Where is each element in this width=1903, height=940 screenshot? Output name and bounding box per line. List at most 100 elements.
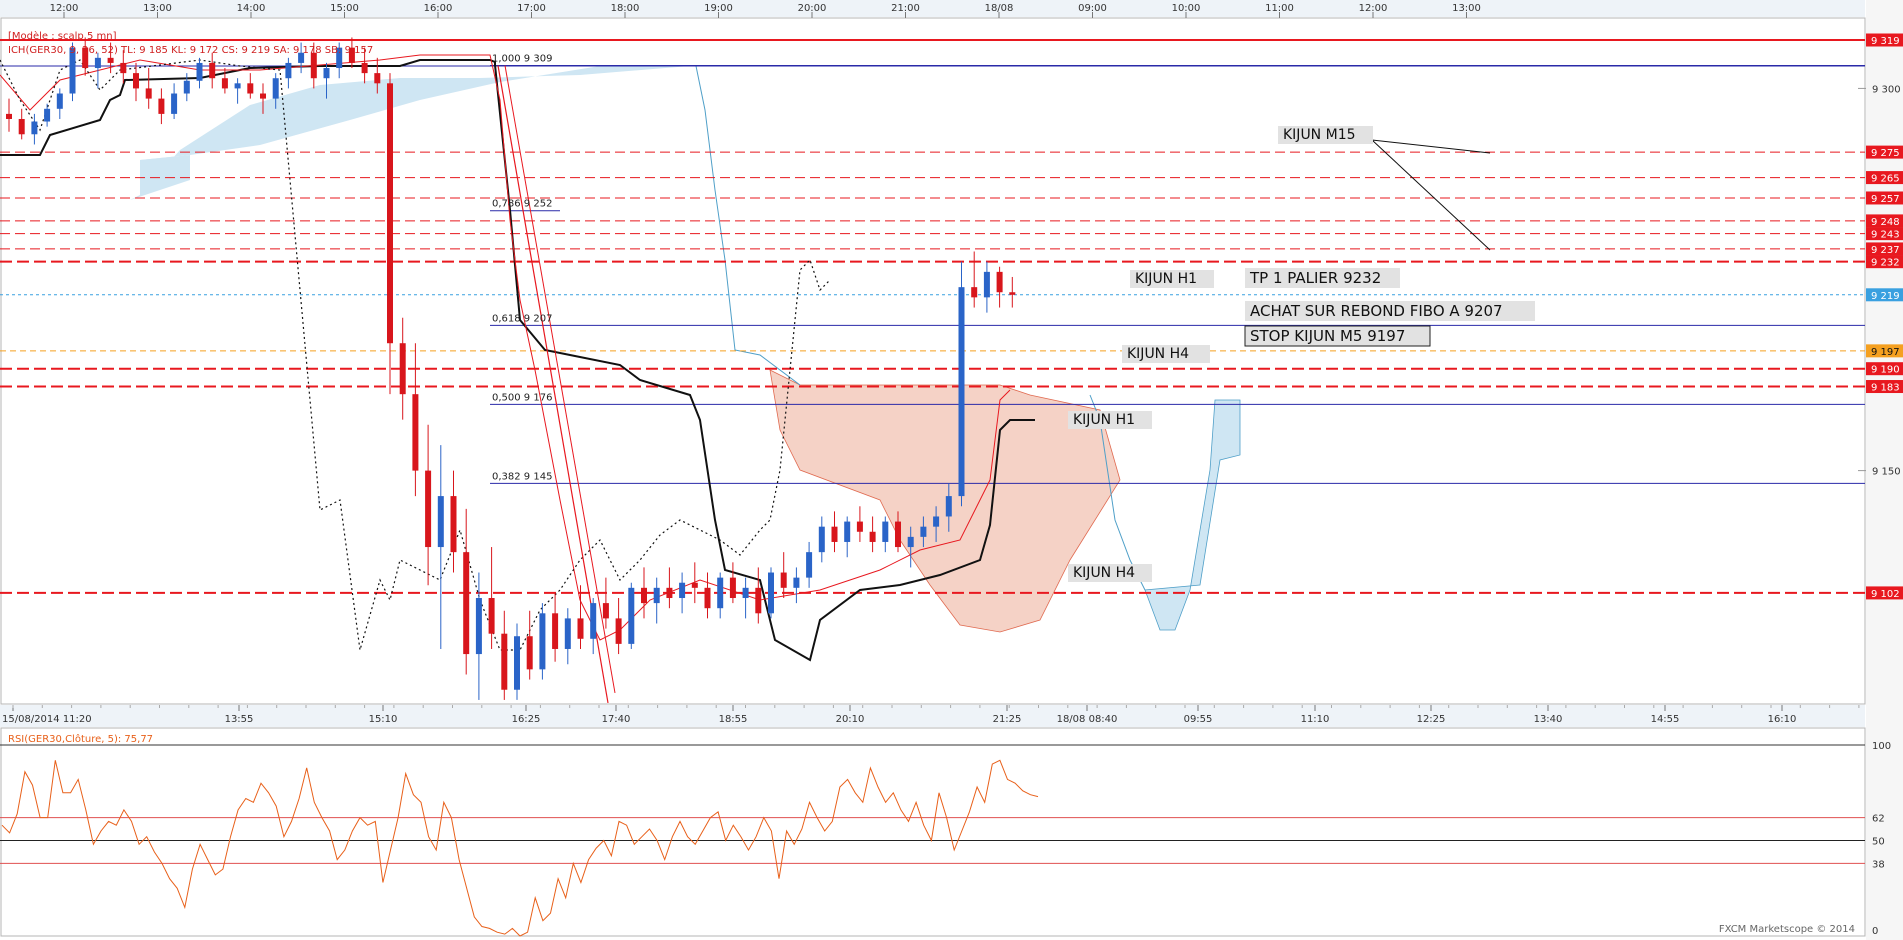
candle-bullish xyxy=(768,572,774,614)
candle-bullish xyxy=(234,83,241,89)
annotation-text: KIJUN H4 xyxy=(1073,565,1135,581)
price-tag: 9 275 xyxy=(1866,145,1903,159)
candle-bearish xyxy=(691,582,698,588)
candle-bullish xyxy=(539,613,546,670)
annotation-box: KIJUN H1 xyxy=(1068,411,1152,429)
price-tag-label: 9 243 xyxy=(1871,230,1900,241)
candle-bullish xyxy=(196,62,203,81)
candle-bullish xyxy=(818,526,825,553)
candle-bullish xyxy=(323,68,330,79)
candle-bullish xyxy=(564,618,571,649)
candle-bullish xyxy=(920,526,927,537)
candlestick-chart: 1,000 9 309 0,786 9 252 0,618 9 207 0,500 9… xyxy=(0,0,1903,940)
fibonacci-label: 0,382 9 145 xyxy=(492,471,552,482)
top-axis-strip xyxy=(0,0,1865,17)
candle-bearish xyxy=(729,577,736,599)
top-time-label: 18:00 xyxy=(611,3,640,14)
candle-bullish xyxy=(171,93,178,114)
top-time-label: 09:00 xyxy=(1078,3,1107,14)
candle-bullish xyxy=(844,521,851,542)
price-tag: 9 219 xyxy=(1866,288,1903,302)
candle-bullish xyxy=(183,80,190,94)
top-time-label: 12:00 xyxy=(1359,3,1388,14)
price-tag-label: 9 197 xyxy=(1871,347,1900,358)
candle-bearish xyxy=(856,521,863,532)
price-tag-label: 9 275 xyxy=(1871,148,1900,159)
top-time-label: 17:00 xyxy=(517,3,546,14)
candle-bullish xyxy=(806,552,813,578)
candle-bullish xyxy=(285,62,292,79)
bottom-time-label: 15:10 xyxy=(369,714,398,725)
price-tag: 9 265 xyxy=(1866,171,1903,185)
candle-bearish xyxy=(209,62,216,79)
annotation-text: TP 1 PALIER 9232 xyxy=(1249,269,1381,287)
rsi-level-label: 62 xyxy=(1872,814,1885,825)
price-tag: 9 183 xyxy=(1866,380,1903,394)
candle-bearish xyxy=(361,62,368,74)
candle-bearish xyxy=(526,636,533,670)
bottom-time-label: 15/08/2014 11:20 xyxy=(2,714,92,725)
candle-bullish xyxy=(94,57,101,69)
candle-bearish xyxy=(450,496,457,553)
price-tag-label: 9 265 xyxy=(1871,174,1900,185)
indicator-header-ichimoku: ICH(GER30, 9, 26, 52) TL: 9 185 KL: 9 17… xyxy=(8,45,373,56)
candle-bullish xyxy=(983,271,990,298)
candle-bearish xyxy=(107,57,114,63)
candle-bullish xyxy=(475,598,482,655)
bottom-time-label: 09:55 xyxy=(1184,714,1213,725)
price-tag: 9 190 xyxy=(1866,362,1903,376)
top-time-label: 12:00 xyxy=(50,3,79,14)
candle-bearish xyxy=(221,78,228,89)
annotation-text: KIJUN M15 xyxy=(1283,127,1356,143)
price-tag-label: 9 232 xyxy=(1871,258,1900,269)
price-tag: 9 319 xyxy=(1866,33,1903,47)
top-time-label: 21:00 xyxy=(891,3,920,14)
bottom-time-label: 18:55 xyxy=(719,714,748,725)
candle-bearish xyxy=(145,88,152,99)
annotation-text: ACHAT SUR REBOND FIBO A 9207 xyxy=(1250,302,1503,320)
price-tag-label: 9 190 xyxy=(1871,365,1900,376)
annotation-box: KIJUN M15 xyxy=(1278,126,1373,144)
fibonacci-label: 1,000 9 309 xyxy=(492,53,552,64)
candle-bullish xyxy=(514,636,520,690)
bottom-time-label: 13:55 xyxy=(225,714,254,725)
bottom-time-label: 20:10 xyxy=(836,714,865,725)
top-time-label: 13:00 xyxy=(143,3,172,14)
candle-bullish xyxy=(44,108,51,122)
price-tag: 9 232 xyxy=(1866,255,1903,269)
candle-bearish xyxy=(158,98,165,114)
candle-bullish xyxy=(945,496,952,517)
candle-bullish xyxy=(272,78,279,99)
candle-bullish xyxy=(717,577,724,609)
fibonacci-label: 0,786 9 252 xyxy=(492,199,552,210)
candle-bearish xyxy=(615,618,622,644)
top-time-label: 11:00 xyxy=(1265,3,1294,14)
candle-bearish xyxy=(552,613,559,649)
annotation-box: KIJUN H4 xyxy=(1122,345,1210,363)
annotation-box: KIJUN H1 xyxy=(1130,270,1214,288)
candle-bullish xyxy=(882,521,889,542)
fibonacci-label: 0,618 9 207 xyxy=(492,313,552,324)
rsi-level-label: 38 xyxy=(1872,859,1885,870)
candle-bearish xyxy=(755,587,762,614)
bottom-time-label: 14:55 xyxy=(1651,714,1680,725)
annotation-box: STOP KIJUN M5 9197 xyxy=(1244,325,1431,347)
price-tag-label: 9 319 xyxy=(1871,36,1900,47)
bottom-axis-strip xyxy=(0,705,1865,727)
price-tag: 9 102 xyxy=(1866,586,1903,600)
candle-bearish xyxy=(399,343,406,395)
candle-bearish xyxy=(971,287,978,298)
price-tag: 9 248 xyxy=(1866,214,1903,228)
bottom-time-label: 16:25 xyxy=(512,714,541,725)
candle-bullish xyxy=(628,587,635,644)
top-time-label: 10:00 xyxy=(1172,3,1201,14)
candle-bearish xyxy=(501,633,508,690)
candle-bearish xyxy=(374,73,381,84)
candle-bearish xyxy=(602,603,609,619)
rsi-level-label: 50 xyxy=(1872,837,1885,848)
annotation-text: KIJUN H1 xyxy=(1135,271,1197,287)
annotation-text: KIJUN H4 xyxy=(1127,346,1189,362)
candle-bullish xyxy=(31,121,38,135)
annotation-box: TP 1 PALIER 9232 xyxy=(1245,268,1400,288)
top-time-label: 16:00 xyxy=(424,3,453,14)
